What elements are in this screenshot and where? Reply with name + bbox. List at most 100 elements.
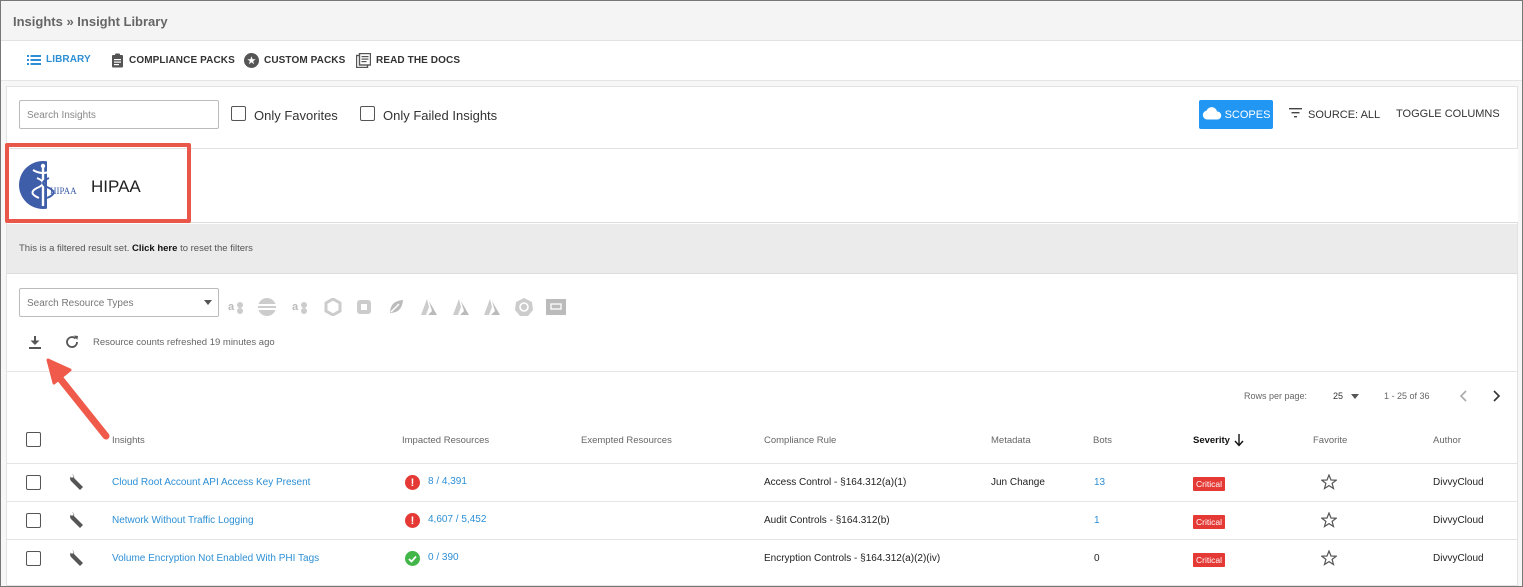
nav-compliance-label: COMPLIANCE PACKS	[129, 55, 235, 66]
col-severity[interactable]: Severity	[1193, 435, 1230, 446]
favorite-star-icon[interactable]	[1320, 549, 1338, 571]
nav-custom-packs[interactable]: CUSTOM PACKS	[244, 53, 345, 68]
globe-provider-icon[interactable]	[257, 297, 277, 317]
author: DivvyCloud	[1433, 477, 1484, 488]
rows-per-page-label: Rows per page:	[1244, 391, 1308, 401]
nav-custom-label: CUSTOM PACKS	[264, 55, 346, 66]
fail-status-icon: !	[405, 475, 420, 490]
row-checkbox[interactable]	[26, 551, 41, 566]
filter-notice-prefix: This is a filtered result set.	[19, 243, 130, 254]
toggle-columns-button[interactable]: TOGGLE COLUMNS	[1396, 108, 1500, 120]
aws-icon[interactable]: a	[227, 297, 247, 317]
col-bots[interactable]: Bots	[1093, 435, 1112, 446]
container-provider-icon[interactable]	[546, 297, 566, 317]
row-checkbox[interactable]	[26, 513, 41, 528]
aws-gov-icon[interactable]: a	[291, 297, 311, 317]
filter-icon	[1289, 108, 1302, 121]
nav-library[interactable]: LIBRARY	[27, 54, 91, 65]
table-divider	[7, 371, 1517, 372]
clipboard-icon	[111, 53, 124, 68]
col-compliance[interactable]: Compliance Rule	[764, 435, 836, 446]
azure-gov-icon[interactable]	[451, 297, 471, 317]
compliance-rule: Encryption Controls - §164.312(a)(2)(iv)	[764, 553, 941, 564]
favorite-star-icon[interactable]	[1320, 473, 1338, 495]
severity-badge: Critical	[1193, 477, 1225, 491]
pack-header	[6, 148, 1518, 223]
only-favorites-label: Only Favorites	[254, 108, 338, 123]
nav-read-docs[interactable]: READ THE DOCS	[356, 53, 460, 68]
impacted-resources-link[interactable]: 8 / 4,391	[428, 476, 467, 487]
breadcrumb: Insights » Insight Library	[13, 14, 168, 29]
severity-badge: Critical	[1193, 515, 1225, 529]
metadata-value: Jun Change	[991, 477, 1045, 488]
author: DivvyCloud	[1433, 515, 1484, 526]
svg-text:a: a	[292, 301, 299, 313]
col-favorite[interactable]: Favorite	[1313, 435, 1347, 446]
col-impacted[interactable]: Impacted Resources	[402, 435, 489, 446]
resource-types-select[interactable]: Search Resource Types	[19, 288, 219, 317]
refresh-icon[interactable]	[64, 334, 80, 350]
filter-notice-suffix: to reset the filters	[180, 243, 253, 254]
wrench-icon[interactable]	[69, 511, 87, 534]
insight-name-link[interactable]: Network Without Traffic Logging	[112, 515, 254, 526]
prev-page-icon[interactable]	[1459, 389, 1469, 402]
only-failed-checkbox[interactable]	[360, 106, 375, 121]
compliance-rule: Access Control - §164.312(a)(1)	[764, 477, 907, 488]
row-checkbox[interactable]	[26, 475, 41, 490]
chevron-down-icon	[204, 300, 212, 305]
wrench-icon[interactable]	[69, 473, 87, 496]
nav-library-label: LIBRARY	[46, 54, 91, 65]
title-bar: Insights » Insight Library	[1, 1, 1522, 41]
star-circle-icon	[244, 53, 259, 68]
select-all-checkbox[interactable]	[26, 432, 41, 447]
kubernetes-icon[interactable]	[514, 297, 534, 317]
col-author[interactable]: Author	[1433, 435, 1461, 446]
filter-notice: This is a filtered result set. Click her…	[19, 243, 253, 254]
download-icon[interactable]	[27, 334, 43, 350]
insight-name-link[interactable]: Volume Encryption Not Enabled With PHI T…	[112, 553, 319, 564]
severity-badge: Critical	[1193, 553, 1225, 567]
sort-desc-icon[interactable]	[1234, 433, 1244, 447]
source-label: SOURCE: ALL	[1308, 108, 1381, 121]
bots-count-link[interactable]: 1	[1094, 515, 1100, 526]
top-nav: LIBRARY COMPLIANCE PACKS CUSTOM PACKS RE…	[1, 41, 1522, 81]
refresh-status: Resource counts refreshed 19 minutes ago	[93, 337, 275, 348]
pass-check-icon	[405, 551, 420, 566]
hexagon-provider-icon[interactable]	[323, 297, 343, 317]
nav-compliance-packs[interactable]: COMPLIANCE PACKS	[111, 53, 235, 68]
azure-icon[interactable]	[419, 297, 439, 317]
only-favorites-checkbox[interactable]	[231, 106, 246, 121]
annotation-arrow	[40, 352, 120, 444]
insight-name-link[interactable]: Cloud Root Account API Access Key Presen…	[112, 477, 310, 488]
impacted-resources-link[interactable]: 4,607 / 5,452	[428, 514, 486, 525]
list-icon	[27, 54, 41, 65]
rows-per-page-select[interactable]: 25	[1333, 391, 1359, 401]
compliance-rule: Audit Controls - §164.312(b)	[764, 515, 890, 526]
svg-text:a: a	[228, 301, 235, 313]
resource-types-placeholder: Search Resource Types	[27, 298, 134, 309]
col-metadata[interactable]: Metadata	[991, 435, 1031, 446]
impacted-resources-link[interactable]: 0 / 390	[428, 552, 459, 563]
caret-down-icon	[1350, 394, 1359, 400]
nav-docs-label: READ THE DOCS	[376, 55, 461, 66]
azure-china-icon[interactable]	[482, 297, 502, 317]
bots-count-link[interactable]: 13	[1094, 477, 1105, 488]
square-provider-icon[interactable]	[354, 297, 374, 317]
rows-per-page-value: 25	[1333, 391, 1344, 401]
pagination-range: 1 - 25 of 36	[1384, 391, 1430, 401]
source-filter-button[interactable]: SOURCE: ALL	[1289, 108, 1380, 121]
wrench-icon[interactable]	[69, 549, 87, 572]
scopes-button[interactable]: SCOPES	[1199, 100, 1273, 129]
scopes-label: SCOPES	[1224, 108, 1271, 121]
cloud-icon	[1202, 106, 1222, 123]
reset-filters-link[interactable]: Click here	[132, 243, 177, 254]
search-insights-input[interactable]: Search Insights	[19, 100, 219, 129]
bots-count: 0	[1094, 553, 1100, 564]
leaf-provider-icon[interactable]	[386, 297, 406, 317]
col-exempted[interactable]: Exempted Resources	[581, 435, 672, 446]
fail-status-icon: !	[405, 513, 420, 528]
docs-icon	[356, 53, 371, 68]
favorite-star-icon[interactable]	[1320, 511, 1338, 533]
author: DivvyCloud	[1433, 553, 1484, 564]
next-page-icon[interactable]	[1491, 389, 1501, 402]
